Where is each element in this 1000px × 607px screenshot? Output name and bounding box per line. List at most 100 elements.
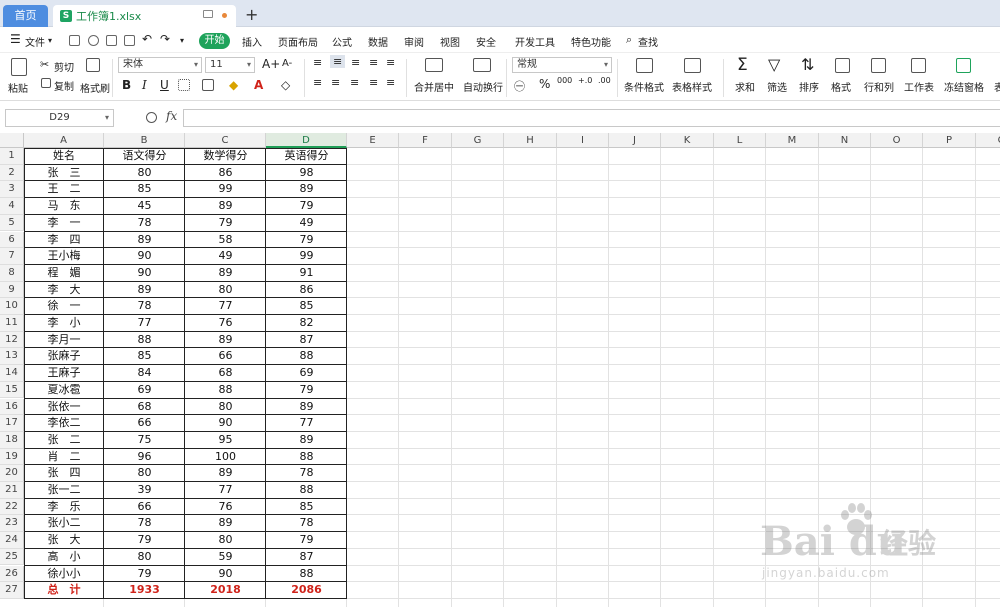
column-header-K[interactable]: K xyxy=(661,133,714,148)
table-cell[interactable]: 96 xyxy=(104,449,185,466)
table-cell[interactable]: 李月一 xyxy=(24,332,104,349)
table-cell[interactable]: 79 xyxy=(104,532,185,549)
table-cell[interactable]: 张一二 xyxy=(24,482,104,499)
row-header-2[interactable]: 2 xyxy=(0,164,24,182)
table-cell[interactable]: 87 xyxy=(266,332,347,349)
save-icon[interactable] xyxy=(69,35,80,46)
table-cell[interactable]: 80 xyxy=(104,165,185,182)
font-shrink-icon[interactable]: A- xyxy=(282,58,292,69)
table-cell[interactable]: 78 xyxy=(266,515,347,532)
table-cell[interactable]: 69 xyxy=(104,382,185,399)
row-header-22[interactable]: 22 xyxy=(0,498,24,516)
row-header-8[interactable]: 8 xyxy=(0,264,24,282)
wrap-text-button[interactable]: 自动换行 xyxy=(463,79,503,94)
menu-security[interactable]: 安全 xyxy=(476,34,496,49)
menu-data[interactable]: 数据 xyxy=(368,34,388,49)
table-cell[interactable]: 89 xyxy=(185,198,266,215)
row-col-button[interactable]: 行和列 xyxy=(864,79,894,94)
thousands-button[interactable]: 000 xyxy=(557,76,572,85)
table-cell[interactable]: 45 xyxy=(104,198,185,215)
scissors-icon[interactable]: ✂ xyxy=(40,58,49,71)
table-cell[interactable]: 99 xyxy=(266,248,347,265)
menu-special[interactable]: 特色功能 xyxy=(571,34,611,49)
table-cell[interactable]: 王 二 xyxy=(24,181,104,198)
search-icon[interactable]: ⌕ xyxy=(626,33,632,47)
column-header-F[interactable]: F xyxy=(399,133,452,148)
table-cell[interactable]: 张 大 xyxy=(24,532,104,549)
table-cell[interactable]: 88 xyxy=(104,332,185,349)
total-cell[interactable]: 2086 xyxy=(266,582,347,599)
bold-button[interactable]: B xyxy=(122,78,131,92)
row-header-3[interactable]: 3 xyxy=(0,181,24,199)
table-cell[interactable]: 80 xyxy=(104,549,185,566)
column-header-A[interactable]: A xyxy=(24,133,104,148)
table-cell[interactable]: 86 xyxy=(185,165,266,182)
sort-button[interactable]: 排序 xyxy=(799,79,819,94)
row-header-23[interactable]: 23 xyxy=(0,515,24,533)
header-cell[interactable]: 姓名 xyxy=(24,148,104,165)
column-header-Q[interactable]: Q xyxy=(976,133,1000,148)
table-cell[interactable]: 89 xyxy=(266,432,347,449)
freeze-panes-button[interactable]: 冻结窗格 xyxy=(944,79,984,94)
table-cell[interactable]: 徐小小 xyxy=(24,566,104,583)
column-header-G[interactable]: G xyxy=(452,133,504,148)
row-header-26[interactable]: 26 xyxy=(0,565,24,583)
monitor-icon[interactable] xyxy=(203,10,213,18)
table-cell[interactable]: 98 xyxy=(266,165,347,182)
table-cell[interactable]: 李 乐 xyxy=(24,499,104,516)
underline-button[interactable]: U xyxy=(160,78,169,92)
table-cell[interactable]: 82 xyxy=(266,315,347,332)
column-header-P[interactable]: P xyxy=(923,133,976,148)
home-tab[interactable]: 首页 xyxy=(3,5,48,27)
column-header-E[interactable]: E xyxy=(347,133,399,148)
cut-button[interactable]: 剪切 xyxy=(54,59,74,74)
sum-icon[interactable]: Σ xyxy=(737,55,748,75)
copy-icon[interactable] xyxy=(41,78,51,88)
table-cell[interactable]: 90 xyxy=(185,566,266,583)
filter-button[interactable]: 筛选 xyxy=(767,79,787,94)
column-header-L[interactable]: L xyxy=(714,133,766,148)
table-cell[interactable]: 79 xyxy=(266,532,347,549)
preview-icon[interactable] xyxy=(124,35,135,46)
table-cell[interactable]: 69 xyxy=(266,365,347,382)
table-cell[interactable]: 79 xyxy=(185,215,266,232)
wrap-text-icon[interactable] xyxy=(473,58,491,72)
filter-icon[interactable]: ▽ xyxy=(768,55,780,74)
name-box[interactable]: D29 ▾ xyxy=(5,109,114,127)
increase-decimal-button[interactable]: +.0 xyxy=(578,76,592,85)
table-cell[interactable]: 59 xyxy=(185,549,266,566)
chevron-down-icon[interactable]: ▾ xyxy=(48,36,52,45)
quick-access-dropdown-icon[interactable]: ▾ xyxy=(180,36,184,45)
table-cell[interactable]: 89 xyxy=(185,515,266,532)
print-icon[interactable] xyxy=(106,35,117,46)
sum-button[interactable]: 求和 xyxy=(735,79,755,94)
row-header-13[interactable]: 13 xyxy=(0,348,24,366)
align-middle-icon[interactable]: ≡ xyxy=(330,55,346,68)
table-cell[interactable]: 86 xyxy=(266,282,347,299)
table-cell[interactable]: 49 xyxy=(266,215,347,232)
table-cell[interactable]: 79 xyxy=(266,198,347,215)
row-header-6[interactable]: 6 xyxy=(0,231,24,249)
table-cell[interactable]: 80 xyxy=(104,465,185,482)
row-header-14[interactable]: 14 xyxy=(0,365,24,382)
hamburger-icon[interactable]: ☰ xyxy=(10,32,21,46)
export-icon[interactable] xyxy=(88,35,99,46)
row-header-5[interactable]: 5 xyxy=(0,214,24,232)
table-cell[interactable]: 68 xyxy=(185,365,266,382)
menu-file[interactable]: 文件 xyxy=(25,34,45,49)
font-grow-icon[interactable]: A+ xyxy=(262,57,280,71)
menu-start[interactable]: 开始 xyxy=(199,33,230,49)
table-cell[interactable]: 89 xyxy=(185,332,266,349)
table-cell[interactable]: 李 一 xyxy=(24,215,104,232)
table-cell[interactable]: 49 xyxy=(185,248,266,265)
worksheet-button[interactable]: 工作表 xyxy=(904,79,934,94)
freeze-panes-icon[interactable] xyxy=(956,58,971,73)
strikethrough-icon[interactable] xyxy=(178,79,190,91)
table-cell[interactable]: 89 xyxy=(185,465,266,482)
row-header-12[interactable]: 12 xyxy=(0,331,24,349)
new-tab-button[interactable]: + xyxy=(245,5,258,25)
column-header-C[interactable]: C xyxy=(185,133,266,148)
row-header-27[interactable]: 27 xyxy=(0,582,24,599)
currency-icon[interactable]: ㊀ xyxy=(514,78,525,94)
header-cell[interactable]: 英语得分 xyxy=(266,148,347,165)
